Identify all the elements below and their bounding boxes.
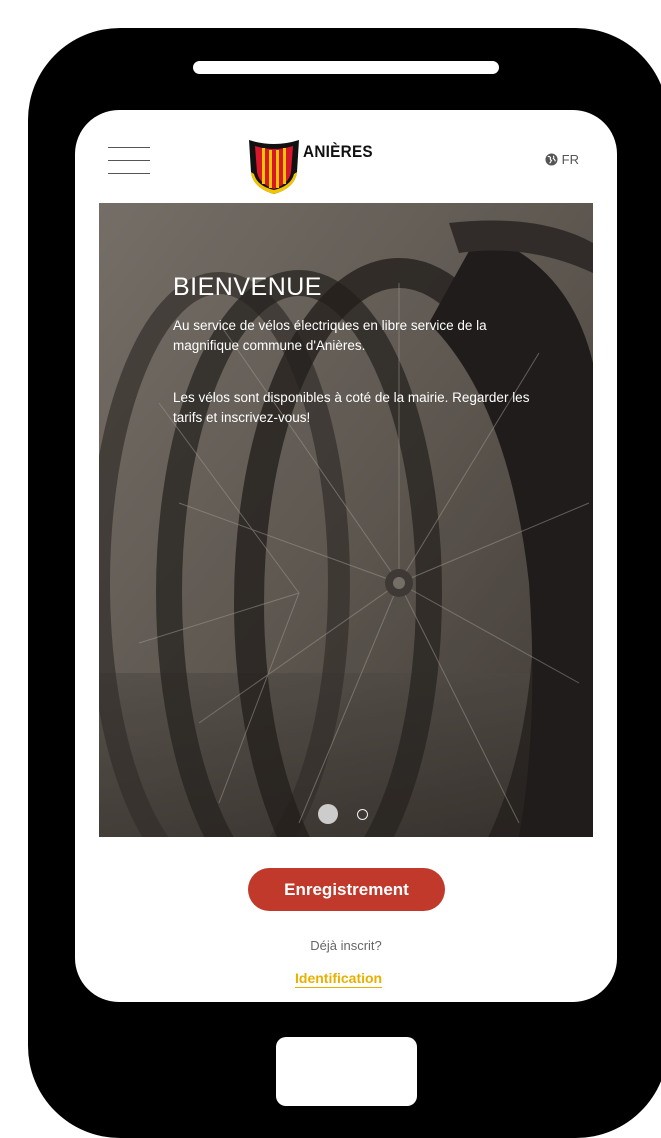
hero-intro-text: Au service de vélos électriques en libre…: [173, 318, 487, 353]
globe-icon: [545, 153, 558, 166]
hamburger-icon[interactable]: [108, 147, 150, 175]
phone-speaker: [193, 61, 499, 74]
hero-title: BIENVENUE: [173, 273, 322, 301]
register-button[interactable]: Enregistrement: [248, 868, 445, 911]
already-registered-text: Déjà inscrit?: [310, 938, 382, 953]
brand-logo[interactable]: ANIÈRES: [247, 138, 387, 200]
hero-availability-text: Les vélos sont disponibles à coté de la …: [173, 390, 530, 425]
brand-name: ANIÈRES: [303, 142, 373, 161]
language-selector[interactable]: FR: [545, 152, 579, 167]
shield-logo: [249, 140, 299, 194]
carousel-dot-1[interactable]: [318, 804, 338, 824]
app-screen: ANIÈRES FR BIENVENUE Au service de vélos…: [75, 110, 617, 1002]
phone-home-button[interactable]: [276, 1037, 417, 1106]
language-code: FR: [561, 152, 579, 167]
hero-carousel[interactable]: BIENVENUE Au service de vélos électrique…: [99, 203, 593, 837]
login-link[interactable]: Identification: [295, 970, 383, 988]
carousel-dot-2[interactable]: [357, 809, 368, 820]
